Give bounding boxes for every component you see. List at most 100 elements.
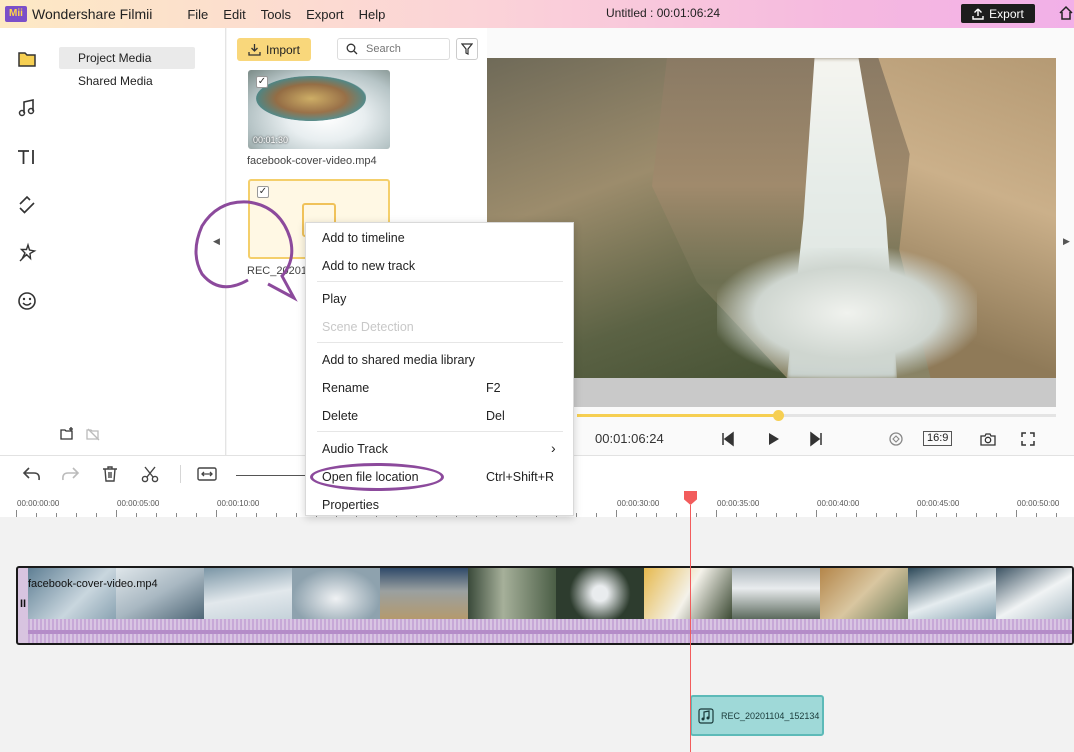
menu-bar: File Edit Tools Export Help	[187, 7, 400, 22]
preview-panel: 00:01:06:24 16:9 ▶	[487, 28, 1074, 455]
home-icon[interactable]	[1058, 5, 1074, 21]
menu-item-add-to-new-track[interactable]: Add to new track	[322, 259, 415, 273]
title-bar: Mii Wondershare Filmii File Edit Tools E…	[0, 0, 1074, 28]
clip-frame	[908, 568, 996, 619]
menu-export[interactable]: Export	[306, 7, 344, 22]
fullscreen-icon[interactable]	[1019, 430, 1037, 448]
menu-help[interactable]: Help	[359, 7, 386, 22]
search-icon	[346, 43, 358, 55]
menu-file[interactable]: File	[187, 7, 208, 22]
delete-icon[interactable]	[100, 464, 120, 484]
progress-knob[interactable]	[773, 410, 785, 421]
fit-timeline-icon[interactable]	[197, 464, 217, 484]
import-label: Import	[265, 42, 300, 57]
clip-frame	[28, 568, 116, 619]
next-frame-icon[interactable]	[807, 430, 825, 448]
ruler-label: 00:00:00:00	[17, 499, 60, 508]
export-button[interactable]: Export	[961, 4, 1035, 23]
menu-separator	[317, 431, 563, 432]
annotation-highlight-ellipse	[310, 463, 444, 491]
folder-icon[interactable]	[16, 48, 38, 70]
menu-item-rename[interactable]: Rename	[322, 381, 369, 395]
snapshot-icon[interactable]	[979, 430, 997, 448]
app-name: Wondershare Filmii	[32, 6, 153, 22]
clip-frame	[204, 568, 292, 619]
new-folder-icon[interactable]	[59, 426, 75, 442]
music-icon[interactable]	[16, 97, 38, 119]
ruler-label: 00:00:30:00	[617, 499, 660, 508]
ruler-label: 00:00:40:00	[817, 499, 860, 508]
search-input[interactable]	[366, 43, 446, 55]
toolbar-separator	[180, 465, 181, 483]
clip-trim-handle[interactable]: II	[20, 598, 26, 610]
clip-frame	[644, 568, 732, 619]
zoom-slider[interactable]	[236, 475, 306, 476]
expand-arrow[interactable]: ▶	[1063, 236, 1070, 247]
play-icon[interactable]	[764, 430, 782, 448]
menu-edit[interactable]: Edit	[223, 7, 245, 22]
menu-item-properties[interactable]: Properties	[322, 498, 379, 512]
preview-timecode: 00:01:06:24	[595, 431, 664, 446]
render-icon[interactable]	[887, 430, 905, 448]
effects-icon[interactable]	[16, 242, 38, 264]
search-box[interactable]	[337, 38, 450, 60]
shortcut-delete: Del	[486, 409, 505, 423]
ruler-label: 00:00:45:00	[917, 499, 960, 508]
playback-progress-bar[interactable]	[577, 410, 1056, 421]
menu-item-play[interactable]: Play	[322, 292, 346, 306]
nav-project-media[interactable]: Project Media	[59, 47, 195, 69]
clip-frames	[28, 568, 1072, 619]
shortcut-rename: F2	[486, 381, 501, 395]
import-icon	[248, 44, 261, 56]
clip-frame	[820, 568, 908, 619]
menu-item-delete[interactable]: Delete	[322, 409, 358, 423]
ruler-tick	[816, 510, 817, 517]
redo-icon[interactable]	[60, 464, 80, 484]
transition-icon[interactable]	[16, 194, 38, 216]
timeline-tracks: facebook-cover-video.mp4 II REC_20201104…	[0, 517, 1074, 752]
submenu-chevron-icon: ›	[551, 440, 556, 456]
sticker-icon[interactable]	[16, 290, 38, 312]
audio-waveform	[28, 619, 1072, 643]
ruler-label: 00:00:35:00	[717, 499, 760, 508]
undo-icon[interactable]	[22, 464, 42, 484]
ruler-tick	[16, 510, 17, 517]
ruler-tick	[916, 510, 917, 517]
video-content	[717, 248, 977, 378]
menu-item-scene-detection: Scene Detection	[322, 320, 414, 334]
import-button[interactable]: Import	[237, 38, 311, 61]
filter-button[interactable]	[456, 38, 478, 60]
upload-icon	[972, 8, 984, 20]
media-checkbox[interactable]: ✓	[256, 76, 268, 88]
clip-frame	[732, 568, 820, 619]
menu-tools[interactable]: Tools	[261, 7, 291, 22]
export-label: Export	[989, 6, 1024, 21]
media-checkbox[interactable]: ✓	[257, 186, 269, 198]
clip-frame	[468, 568, 556, 619]
aspect-ratio-button[interactable]: 16:9	[923, 431, 953, 446]
text-icon[interactable]	[16, 146, 38, 168]
left-icon-rail	[0, 28, 56, 455]
menu-item-audio-track[interactable]: Audio Track	[322, 442, 388, 456]
delete-folder-icon[interactable]	[85, 426, 101, 442]
ruler-label: 00:00:50:00	[1017, 499, 1060, 508]
clip-frame	[116, 568, 204, 619]
menu-item-add-to-shared-library[interactable]: Add to shared media library	[322, 353, 475, 367]
media-thumbnail-video[interactable]: ✓ 00:01:30	[248, 70, 390, 149]
playhead-line	[690, 505, 691, 752]
clip-frame	[996, 568, 1072, 619]
previous-frame-icon[interactable]	[719, 430, 737, 448]
ruler-tick	[1016, 510, 1017, 517]
ruler-tick	[716, 510, 717, 517]
audio-clip[interactable]: REC_20201104_152134	[690, 695, 824, 736]
nav-shared-media[interactable]: Shared Media	[59, 70, 195, 92]
menu-item-add-to-timeline[interactable]: Add to timeline	[322, 231, 405, 245]
clip-frame	[380, 568, 468, 619]
ruler-tick	[616, 510, 617, 517]
document-title: Untitled : 00:01:06:24	[606, 6, 721, 20]
video-clip[interactable]: facebook-cover-video.mp4 II	[16, 566, 1074, 645]
menu-separator	[317, 342, 563, 343]
audio-clip-name: REC_20201104_152134	[721, 710, 820, 721]
ruler-label: 00:00:10:00	[217, 499, 260, 508]
cut-icon[interactable]	[140, 464, 160, 484]
